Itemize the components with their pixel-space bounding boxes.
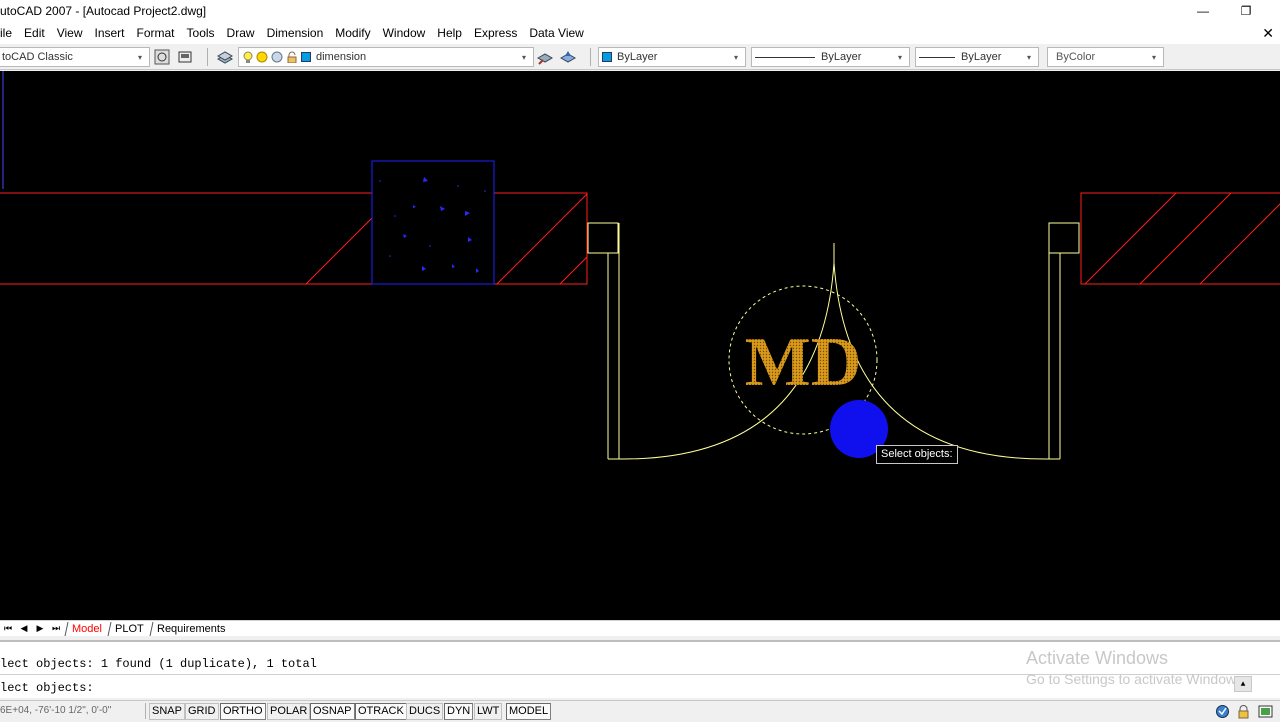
menu-express[interactable]: Express — [468, 22, 523, 44]
osnap-toggle[interactable]: OSNAP — [310, 703, 355, 720]
title-bar: utoCAD 2007 - [Autocad Project2.dwg] — ❐ — [0, 0, 1280, 22]
linetype-value: ByLayer — [821, 51, 862, 63]
dyn-toggle[interactable]: DYN — [444, 703, 474, 720]
menu-bar: ile Edit View Insert Format Tools Draw D… — [0, 22, 1280, 44]
command-history-line: lect objects: 1 found (1 duplicate), 1 t… — [0, 657, 317, 671]
menu-help[interactable]: Help — [431, 22, 468, 44]
chevron-down-icon: ▾ — [1151, 52, 1156, 62]
status-bar: 6E+04, -76'-10 1/2", 0'-0" SNAP GRID ORT… — [0, 700, 1280, 720]
sun-icon — [256, 51, 268, 63]
command-window[interactable]: lect objects: 1 found (1 duplicate), 1 t… — [0, 640, 1280, 698]
lineweight-value: ByLayer — [961, 51, 1002, 63]
toolbar-separator — [590, 48, 591, 66]
menu-dimension[interactable]: Dimension — [261, 22, 330, 44]
chevron-down-icon: ▾ — [521, 52, 526, 62]
grid-toggle[interactable]: GRID — [185, 703, 219, 720]
restore-button[interactable]: ❐ — [1223, 0, 1269, 22]
tab-plot-label: PLOT — [114, 622, 144, 635]
ducs-toggle[interactable]: DUCS — [406, 703, 444, 720]
previous-tab-button[interactable]: ◀ — [16, 622, 32, 636]
next-tab-button[interactable]: ▶ — [32, 622, 48, 636]
color-dropdown[interactable]: ByLayer ▾ — [598, 47, 746, 67]
dynamic-input-tooltip: Select objects: — [876, 445, 958, 464]
logo-text: MD — [745, 324, 862, 401]
lwt-toggle[interactable]: LWT — [474, 703, 503, 720]
window-title: utoCAD 2007 - [Autocad Project2.dwg] — [0, 4, 207, 18]
communication-center-icon[interactable] — [1215, 704, 1230, 719]
chevron-down-icon: ▾ — [137, 52, 142, 62]
right-wall[interactable] — [1080, 192, 1280, 285]
model-toggle[interactable]: MODEL — [506, 703, 552, 720]
chevron-down-icon: ▾ — [1026, 52, 1031, 62]
menu-window[interactable]: Window — [377, 22, 432, 44]
workspace-settings-icon[interactable] — [153, 48, 171, 66]
tab-plot[interactable]: PLOT — [107, 621, 151, 636]
properties-toolbar: toCAD Classic ▾ dimension ▾ ByLayer ▾ By… — [0, 44, 1280, 70]
tab-model-label: Model — [72, 622, 102, 635]
layer-name: dimension — [316, 51, 367, 63]
tab-model[interactable]: Model — [64, 621, 109, 636]
left-wall[interactable] — [0, 192, 651, 285]
make-current-layer-icon[interactable] — [536, 48, 554, 66]
linetype-sample — [755, 56, 815, 58]
chevron-down-icon: ▾ — [733, 52, 738, 62]
workspace-dropdown[interactable]: toCAD Classic ▾ — [0, 47, 150, 67]
drawing-svg: MD — [0, 71, 1280, 460]
lock-toolbar-icon[interactable] — [1236, 704, 1251, 719]
plotstyle-dropdown[interactable]: ByColor ▾ — [1047, 47, 1164, 67]
lineweight-dropdown[interactable]: ByLayer ▾ — [915, 47, 1039, 67]
lock-icon — [286, 51, 298, 64]
plotstyle-value: ByColor — [1056, 51, 1096, 63]
command-scroll-button[interactable]: ▲ — [1234, 676, 1252, 692]
tab-requirements[interactable]: Requirements — [149, 621, 232, 636]
menu-file[interactable]: ile — [0, 22, 18, 44]
color-value: ByLayer — [617, 51, 658, 63]
linetype-dropdown[interactable]: ByLayer ▾ — [751, 47, 910, 67]
first-tab-button[interactable]: ⏮ — [0, 622, 16, 636]
document-close-button[interactable]: ✕ — [1262, 22, 1274, 44]
lightbulb-icon — [243, 51, 253, 63]
clean-screen-icon[interactable] — [1258, 704, 1273, 719]
activation-watermark: Activate Windows Go to Settings to activ… — [1026, 648, 1247, 687]
snap-toggle[interactable]: SNAP — [149, 703, 185, 720]
ortho-toggle[interactable]: ORTHO — [220, 703, 266, 720]
tab-requirements-label: Requirements — [156, 622, 226, 635]
color-swatch — [602, 52, 612, 62]
viewport-freeze-icon — [271, 51, 283, 63]
layer-properties-icon[interactable] — [216, 48, 234, 66]
menu-draw[interactable]: Draw — [221, 22, 261, 44]
layer-color-swatch — [301, 52, 311, 62]
minimize-button[interactable]: — — [1180, 0, 1226, 22]
menu-format[interactable]: Format — [131, 22, 181, 44]
my-workspace-icon[interactable] — [176, 48, 194, 66]
command-prompt[interactable]: lect objects: — [0, 681, 94, 695]
polar-toggle[interactable]: POLAR — [267, 703, 311, 720]
chevron-down-icon: ▾ — [897, 52, 902, 62]
menu-insert[interactable]: Insert — [89, 22, 131, 44]
layer-previous-icon[interactable] — [559, 48, 577, 66]
toolbar-separator — [207, 48, 208, 66]
last-tab-button[interactable]: ⏭ — [48, 622, 64, 636]
layout-tabs-bar: ⏮ ◀ ▶ ⏭ Model PLOT Requirements — [0, 620, 1280, 636]
column-block[interactable] — [371, 160, 495, 285]
lineweight-sample — [919, 56, 955, 58]
coordinate-readout[interactable]: 6E+04, -76'-10 1/2", 0'-0" — [0, 703, 146, 719]
drawing-canvas[interactable]: MD Select objects: — [0, 71, 1280, 620]
menu-view[interactable]: View — [51, 22, 89, 44]
menu-data-view[interactable]: Data View — [523, 22, 589, 44]
otrack-toggle[interactable]: OTRACK — [355, 703, 407, 720]
activation-title: Activate Windows — [1026, 648, 1169, 668]
menu-tools[interactable]: Tools — [181, 22, 221, 44]
activation-subtitle: Go to Settings to activate Windows. — [1026, 671, 1247, 687]
layer-dropdown[interactable]: dimension ▾ — [238, 47, 534, 67]
menu-modify[interactable]: Modify — [329, 22, 376, 44]
menu-edit[interactable]: Edit — [18, 22, 51, 44]
workspace-value: toCAD Classic — [2, 51, 73, 63]
